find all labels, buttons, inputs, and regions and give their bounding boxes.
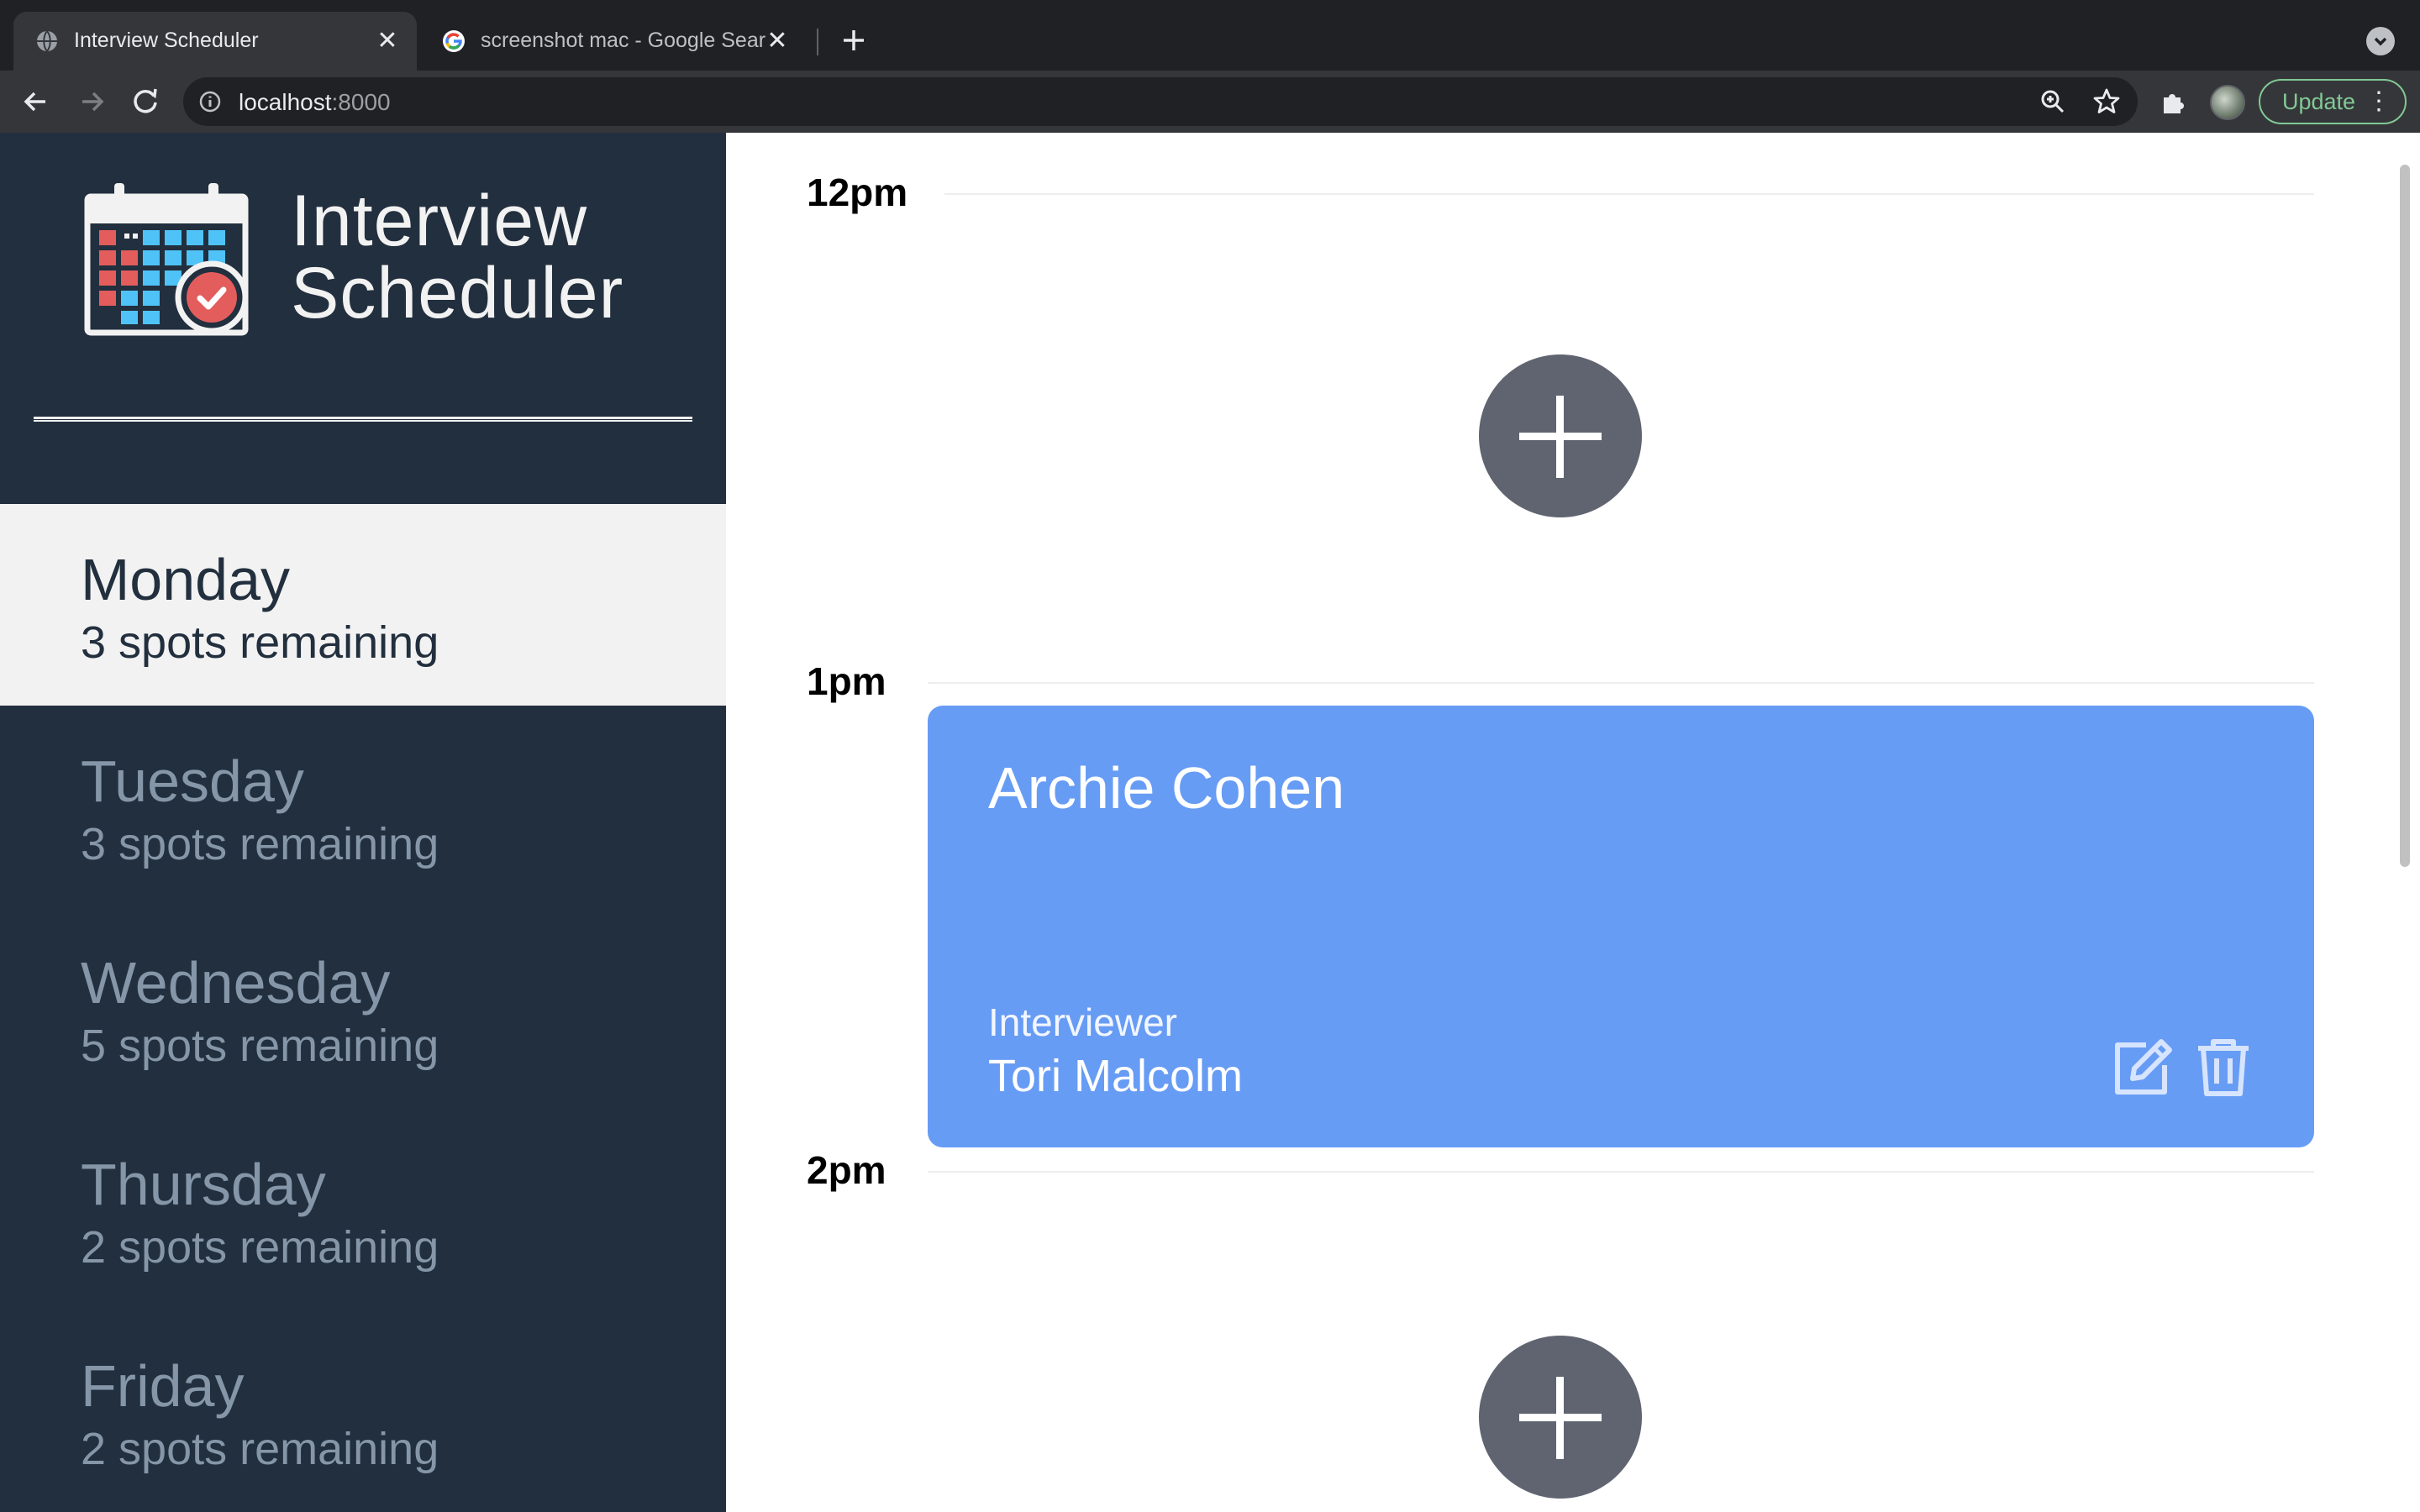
slot-separator: [928, 1171, 2314, 1173]
day-item-monday[interactable]: Monday 3 spots remaining: [0, 504, 726, 706]
tab-separator: [817, 29, 818, 55]
day-name: Thursday: [81, 1152, 326, 1217]
back-arrow-icon[interactable]: [17, 82, 55, 121]
page-scrollbar-thumb[interactable]: [2400, 165, 2410, 867]
add-appointment-button[interactable]: [1479, 354, 1642, 517]
tab-google-search[interactable]: screenshot mac - Google Search ✕: [420, 12, 807, 71]
appointment-card: Archie Cohen Interviewer Tori Malcolm: [928, 706, 2314, 1147]
extensions-puzzle-icon[interactable]: [2158, 86, 2190, 118]
app-logo-text: Interview Scheduler: [291, 185, 694, 329]
schedule-panel: 12pm 1pm Archie Cohen Interviewer Tori M…: [726, 133, 2420, 1512]
tab-search-icon[interactable]: [2366, 27, 2395, 55]
bookmark-star-icon[interactable]: [2092, 87, 2121, 116]
tab-title: screenshot mac - Google Search: [481, 29, 766, 52]
address-bar[interactable]: localhost:8000: [183, 77, 2138, 126]
student-name: Archie Cohen: [988, 755, 1345, 821]
slot-time: 1pm: [807, 659, 886, 703]
slot-time: 2pm: [807, 1148, 886, 1192]
trash-icon[interactable]: [2190, 1033, 2257, 1100]
day-spots: 2 spots remaining: [81, 1424, 439, 1474]
sidebar: Interview Scheduler Monday 3 spots remai…: [0, 133, 726, 1512]
browser-tab-bar: Interview Scheduler ✕ screenshot mac - G…: [0, 0, 2420, 71]
day-item-tuesday[interactable]: Tuesday 3 spots remaining: [0, 706, 726, 907]
tab-title: Interview Scheduler: [74, 29, 259, 52]
browser-toolbar: localhost:8000: [0, 71, 2420, 133]
reload-icon[interactable]: [126, 82, 165, 121]
update-button[interactable]: Update ⋮: [2259, 79, 2407, 124]
day-spots: 3 spots remaining: [81, 819, 439, 869]
day-name: Monday: [81, 547, 291, 612]
google-icon: [443, 30, 465, 52]
day-name: Tuesday: [81, 748, 304, 814]
slot-separator: [944, 193, 2314, 195]
profile-avatar[interactable]: [2210, 85, 2245, 120]
zoom-icon[interactable]: [2039, 87, 2067, 116]
day-name: Friday: [81, 1353, 245, 1419]
update-label: Update: [2282, 89, 2356, 114]
day-name: Wednesday: [81, 950, 391, 1016]
tab-close-icon[interactable]: ✕: [765, 29, 790, 54]
info-icon[interactable]: [198, 90, 222, 113]
logo-line-2: Scheduler: [291, 253, 624, 333]
url-text: localhost:8000: [239, 89, 391, 115]
day-item-wednesday[interactable]: Wednesday 5 spots remaining: [0, 907, 726, 1109]
day-list: Monday 3 spots remaining Tuesday 3 spots…: [0, 504, 726, 1512]
calendar-logo-icon: [84, 183, 249, 336]
day-item-friday[interactable]: Friday 2 spots remaining: [0, 1310, 726, 1512]
edit-icon[interactable]: [2109, 1033, 2176, 1100]
day-spots: 5 spots remaining: [81, 1021, 439, 1071]
add-appointment-button[interactable]: [1479, 1336, 1642, 1499]
day-item-thursday[interactable]: Thursday 2 spots remaining: [0, 1109, 726, 1310]
tab-interview-scheduler[interactable]: Interview Scheduler ✕: [13, 12, 417, 71]
new-tab-icon[interactable]: [837, 24, 871, 57]
tab-close-icon[interactable]: ✕: [375, 29, 400, 54]
menu-dots-icon[interactable]: ⋮: [2366, 81, 2391, 123]
globe-icon: [37, 30, 57, 52]
forward-arrow-icon[interactable]: [72, 82, 111, 121]
logo-line-1: Interview: [291, 181, 588, 261]
interviewer-name: Tori Malcolm: [988, 1051, 1244, 1101]
interviewer-label: Interviewer: [988, 1000, 1177, 1044]
day-spots: 2 spots remaining: [81, 1222, 439, 1273]
day-spots: 3 spots remaining: [81, 617, 439, 668]
sidebar-divider: [34, 417, 692, 422]
app-window: Interview Scheduler Monday 3 spots remai…: [0, 133, 2420, 1512]
slot-separator: [928, 682, 2314, 684]
slot-time: 12pm: [807, 171, 908, 214]
